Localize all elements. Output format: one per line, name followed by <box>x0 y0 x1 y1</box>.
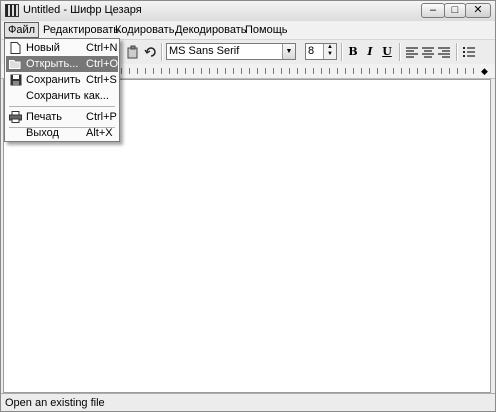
menu-item-label: Печать <box>26 111 63 123</box>
font-name-value: MS Sans Serif <box>169 45 240 57</box>
menu-item-save[interactable]: Сохранить Ctrl+S <box>6 72 118 88</box>
underline-button[interactable]: U <box>380 45 394 59</box>
align-right-icon[interactable] <box>437 45 451 59</box>
new-file-icon <box>9 42 22 54</box>
menu-item-shortcut: Alt+X <box>86 127 113 139</box>
menu-separator <box>9 106 115 107</box>
menu-item-new[interactable]: Новый Ctrl+N <box>6 40 118 56</box>
menu-bar: Файл Редактировать Кодировать Декодирова… <box>1 21 495 39</box>
window-title: Untitled - Шифр Цезаря <box>23 4 142 16</box>
menu-encode[interactable]: Кодировать <box>112 23 177 37</box>
font-size-value: 8 <box>308 45 315 57</box>
menu-item-label: Выход <box>26 127 59 139</box>
menu-item-shortcut: Ctrl+N <box>86 42 118 54</box>
menu-file[interactable]: Файл <box>4 22 40 38</box>
paste-icon[interactable] <box>126 45 140 59</box>
save-icon <box>9 74 22 86</box>
menu-item-label: Открыть... <box>26 58 79 70</box>
menu-item-shortcut: Ctrl+P <box>86 111 117 123</box>
menu-decode[interactable]: Декодировать <box>172 23 250 37</box>
cipher-app-icon <box>5 4 19 17</box>
menu-item-open[interactable]: Открыть... Ctrl+O <box>6 56 118 72</box>
close-button[interactable]: ✕ <box>465 3 491 18</box>
minimize-button[interactable]: – <box>421 3 445 18</box>
menu-item-label: Сохранить как... <box>26 90 109 102</box>
align-center-icon[interactable] <box>421 45 435 59</box>
menu-item-label: Сохранить <box>26 74 81 86</box>
status-text: Open an existing file <box>5 397 105 409</box>
menu-item-shortcut: Ctrl+S <box>86 74 117 86</box>
menu-edit[interactable]: Редактировать <box>40 23 122 37</box>
maximize-button[interactable]: □ <box>444 3 466 18</box>
app-window: Untitled - Шифр Цезаря – □ ✕ Файл Редакт… <box>0 0 496 412</box>
status-bar: Open an existing file <box>1 393 495 411</box>
toolbar-separator <box>399 43 401 61</box>
menu-item-save-as[interactable]: Сохранить как... <box>6 88 118 104</box>
menu-help[interactable]: Помощь <box>242 23 291 37</box>
spin-arrows-icon[interactable]: ▲ ▼ <box>323 44 336 59</box>
italic-button[interactable]: I <box>363 45 377 59</box>
print-icon <box>9 111 22 123</box>
chevron-down-icon[interactable]: ▼ <box>282 44 295 59</box>
undo-icon[interactable] <box>144 45 158 59</box>
toolbar-separator <box>456 43 458 61</box>
bold-button[interactable]: B <box>346 45 360 59</box>
file-menu-dropdown: Новый Ctrl+N Открыть... Ctrl+O Сохранить… <box>4 38 120 142</box>
title-bar: Untitled - Шифр Цезаря – □ ✕ <box>1 1 495 22</box>
menu-item-exit[interactable]: Выход Alt+X <box>6 125 118 141</box>
font-size-stepper[interactable]: 8 ▲ ▼ <box>305 43 337 60</box>
menu-item-shortcut: Ctrl+O <box>86 58 119 70</box>
font-name-select[interactable]: MS Sans Serif ▼ <box>166 43 296 60</box>
menu-item-label: Новый <box>26 42 60 54</box>
toolbar-separator <box>341 43 343 61</box>
open-folder-icon <box>9 58 22 70</box>
menu-item-print[interactable]: Печать Ctrl+P <box>6 109 118 125</box>
toolbar-separator <box>161 43 163 61</box>
bullets-icon[interactable] <box>462 45 476 59</box>
align-left-icon[interactable] <box>405 45 419 59</box>
right-indent-marker-icon[interactable]: ◆ <box>481 66 488 76</box>
